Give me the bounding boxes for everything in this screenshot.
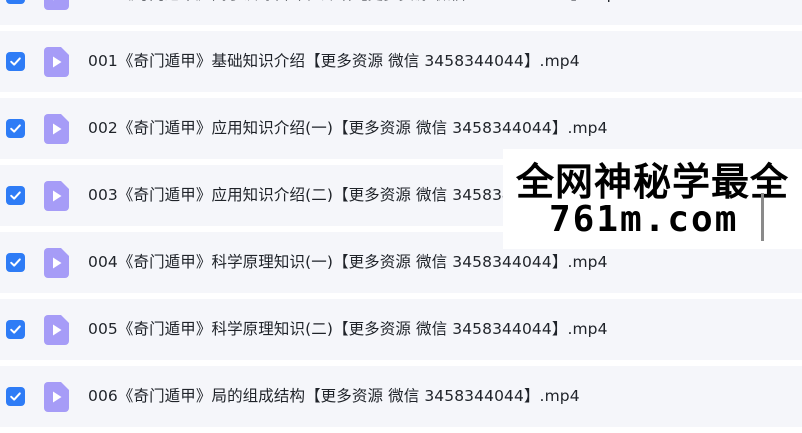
checkmark-icon xyxy=(10,57,21,66)
video-file-icon xyxy=(44,114,69,144)
file-checkbox[interactable] xyxy=(6,387,25,406)
file-name[interactable]: 001《奇门遁甲》基础知识介绍【更多资源 微信 3458344044】.mp4 xyxy=(88,31,580,92)
file-name[interactable]: 000《奇门遁甲》高手训练营课程介绍【更多资源 微信 3458344044】.m… xyxy=(88,0,626,25)
checkmark-icon xyxy=(10,258,21,267)
checkmark-icon xyxy=(10,325,21,334)
checkmark-icon xyxy=(10,392,21,401)
file-name[interactable]: 005《奇门遁甲》科学原理知识(二)【更多资源 微信 3458344044】.m… xyxy=(88,299,608,360)
watermark-overlay: 全网神秘学最全 761m.com xyxy=(503,149,802,249)
file-name[interactable]: 006《奇门遁甲》局的组成结构【更多资源 微信 3458344044】.mp4 xyxy=(88,366,580,427)
video-file-icon xyxy=(44,0,69,10)
watermark-divider xyxy=(761,193,764,241)
file-checkbox[interactable] xyxy=(6,119,25,138)
file-checkbox[interactable] xyxy=(6,253,25,272)
video-file-icon xyxy=(44,248,69,278)
watermark-url: 761m.com xyxy=(549,199,739,240)
checkmark-icon xyxy=(10,191,21,200)
video-file-icon xyxy=(44,382,69,412)
checkmark-icon xyxy=(10,124,21,133)
file-row[interactable]: 001《奇门遁甲》基础知识介绍【更多资源 微信 3458344044】.mp4 xyxy=(0,31,802,92)
file-checkbox[interactable] xyxy=(6,186,25,205)
video-file-icon xyxy=(44,315,69,345)
file-checkbox[interactable] xyxy=(6,320,25,339)
file-row[interactable]: 000《奇门遁甲》高手训练营课程介绍【更多资源 微信 3458344044】.m… xyxy=(0,0,802,25)
file-checkbox[interactable] xyxy=(6,0,25,4)
watermark-title: 全网神秘学最全 xyxy=(515,160,789,204)
file-row[interactable]: 005《奇门遁甲》科学原理知识(二)【更多资源 微信 3458344044】.m… xyxy=(0,299,802,360)
checkmark-icon xyxy=(9,0,22,1)
video-file-icon xyxy=(44,181,69,211)
file-checkbox[interactable] xyxy=(6,52,25,71)
file-row[interactable]: 006《奇门遁甲》局的组成结构【更多资源 微信 3458344044】.mp4 xyxy=(0,366,802,427)
video-file-icon xyxy=(44,47,69,77)
